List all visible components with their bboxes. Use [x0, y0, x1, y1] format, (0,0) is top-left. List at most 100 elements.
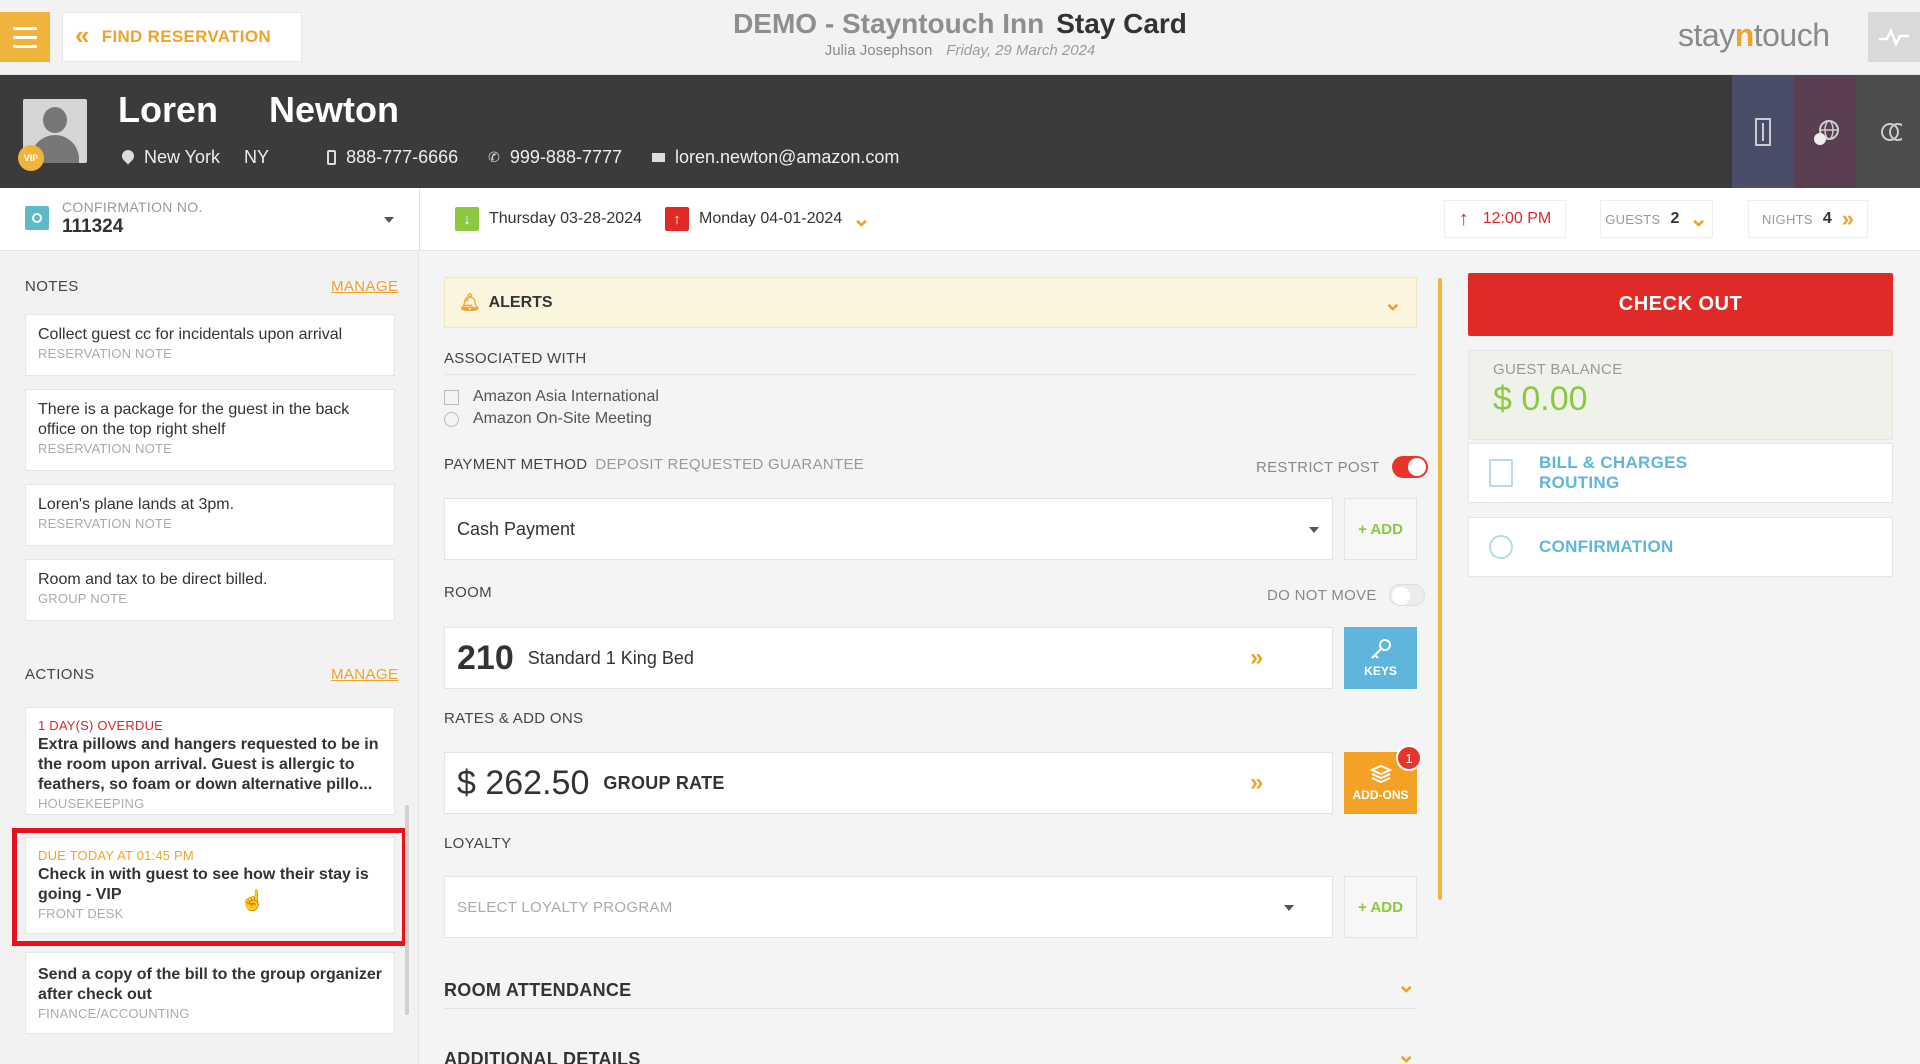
double-chevron-right-icon: » [1250, 644, 1264, 671]
restrict-post: RESTRICT POST [1256, 456, 1428, 478]
vip-badge: VIP [18, 145, 44, 171]
confirmation-label: CONFIRMATION NO. [62, 199, 203, 215]
payment-method-label: PAYMENT METHOD DEPOSIT REQUESTED GUARANTE… [444, 456, 865, 473]
guest-balance[interactable]: GUEST BALANCE $ 0.00 [1468, 350, 1893, 440]
rate-amount: $ 262.50 [457, 763, 590, 802]
rings-tab[interactable] [1856, 75, 1920, 188]
guest-first-name[interactable]: Loren [118, 89, 218, 131]
associated-with-label: ASSOCIATED WITH [444, 350, 587, 367]
guest-contact-row: New York NY 888-777-6666 ✆ 999-888-7777 … [122, 147, 899, 168]
room-row[interactable]: 210 Standard 1 King Bed » [444, 627, 1333, 689]
activity-pulse-icon[interactable] [1868, 12, 1920, 62]
mobile-phone-icon [327, 150, 337, 165]
hotel-name: DEMO - Stayntouch Inn [733, 8, 1045, 39]
manage-notes-link[interactable]: MANAGE [331, 278, 398, 295]
guest-email: loren.newton@amazon.com [652, 147, 899, 168]
rate-row[interactable]: $ 262.50 GROUP RATE » [444, 752, 1333, 814]
addons-count-badge: 1 [1396, 745, 1422, 771]
confirmation-number[interactable]: 111324 [62, 216, 123, 238]
check-out-button[interactable]: CHECK OUT [1468, 273, 1893, 336]
additional-details-heading[interactable]: ADDITIONAL DETAILS [444, 1049, 641, 1064]
room-number: 210 [457, 638, 514, 677]
double-chevron-right-icon: » [1841, 206, 1855, 231]
do-not-move: DO NOT MOVE [1267, 584, 1425, 606]
guests-count[interactable]: GUESTS 2 ⌄ [1600, 200, 1713, 238]
arrival-date[interactable]: ↓ Thursday 03-28-2024 [455, 200, 642, 238]
double-chevron-down-icon[interactable]: ⌄ [852, 206, 870, 232]
guest-location: New York NY [122, 147, 269, 168]
room-attendance-heading[interactable]: ROOM ATTENDANCE [444, 980, 632, 1001]
double-chevron-down-icon: ⌄ [1689, 206, 1708, 231]
key-icon [1370, 639, 1391, 659]
guest-balance-amount: $ 0.00 [1493, 380, 1588, 418]
note-item[interactable]: Room and tax to be direct billed. GROUP … [25, 559, 395, 621]
left-panel-scrollbar[interactable] [405, 805, 409, 1015]
confirmation-button[interactable]: CONFIRMATION [1468, 517, 1893, 577]
double-chevron-left-icon: « [75, 20, 90, 50]
top-bar: « FIND RESERVATION DEMO - Stayntouch Inn… [0, 0, 1920, 75]
associated-company[interactable]: Amazon Asia International [444, 388, 659, 406]
reservation-bar: CONFIRMATION NO. 111324 ↓ Thursday 03-28… [0, 188, 1920, 251]
manage-actions-link[interactable]: MANAGE [331, 666, 398, 683]
note-item[interactable]: There is a package for the guest in the … [25, 389, 395, 471]
confirmation-dropdown-icon[interactable] [384, 217, 394, 223]
action-item[interactable]: Send a copy of the bill to the group org… [25, 952, 395, 1034]
hamburger-menu-icon[interactable] [0, 12, 50, 62]
add-loyalty-button[interactable]: + ADD [1344, 876, 1417, 938]
restrict-post-toggle[interactable] [1391, 456, 1428, 478]
globe-icon [1814, 119, 1839, 145]
main-panel: 🔔︎ ALERTS ⌄ ASSOCIATED WITH Amazon Asia … [420, 252, 1440, 1064]
location-pin-icon [122, 150, 134, 166]
alerts-bar[interactable]: 🔔︎ ALERTS ⌄ [444, 277, 1417, 328]
keys-button[interactable]: KEYS [1344, 627, 1417, 689]
departure-date[interactable]: ↑ Monday 04-01-2024 ⌄ [665, 200, 871, 238]
loyalty-label: LOYALTY [444, 835, 512, 852]
bell-icon: 🔔︎ [459, 292, 481, 312]
guest-header: VIP Loren Newton New York NY 888-777-666… [0, 75, 1920, 188]
main-panel-scrollbar[interactable] [1438, 278, 1442, 900]
double-chevron-down-icon[interactable]: ⌄ [1397, 972, 1415, 998]
globe-tab[interactable] [1794, 75, 1856, 188]
notes-heading: NOTES [25, 278, 79, 295]
do-not-move-toggle[interactable] [1388, 584, 1425, 606]
confirmation-icon [25, 206, 49, 230]
room-tab[interactable] [1732, 75, 1794, 188]
payment-method-select[interactable]: Cash Payment [444, 498, 1333, 560]
pen-icon [1489, 535, 1513, 559]
note-item[interactable]: Loren's plane lands at 3pm. RESERVATION … [25, 484, 395, 546]
phone-icon: ✆ [488, 149, 500, 165]
associated-group[interactable]: Amazon On-Site Meeting [444, 410, 652, 428]
caret-down-icon [1284, 905, 1294, 911]
rings-icon [1881, 122, 1902, 141]
building-icon [444, 389, 459, 405]
room-type: Standard 1 King Bed [527, 647, 694, 668]
room-label: ROOM [444, 584, 492, 601]
rate-name: GROUP RATE [603, 772, 725, 793]
note-item[interactable]: Collect guest cc for incidentals upon ar… [25, 314, 395, 376]
find-reservation-button[interactable]: « FIND RESERVATION [62, 12, 302, 62]
page-title-block: DEMO - Stayntouch Inn Stay Card Julia Jos… [560, 8, 1360, 59]
double-chevron-down-icon[interactable]: ⌄ [1384, 290, 1402, 316]
rates-addons-label: RATES & ADD ONS [444, 710, 584, 727]
page-title: Stay Card [1056, 8, 1187, 39]
building-icon [1755, 117, 1771, 146]
mail-icon [652, 153, 666, 162]
nights-count[interactable]: NIGHTS 4 » [1748, 200, 1868, 238]
hand-cursor-icon: ☝ [240, 890, 265, 912]
guest-last-name[interactable]: Newton [269, 89, 399, 131]
loyalty-program-select[interactable]: SELECT LOYALTY PROGRAM [444, 876, 1333, 938]
double-chevron-down-icon[interactable]: ⌄ [1397, 1042, 1415, 1064]
guest-phone: ✆ 999-888-7777 [488, 147, 623, 167]
departure-time[interactable]: ↑ 12:00 PM [1444, 200, 1566, 238]
action-item[interactable]: 1 DAY(S) OVERDUE Extra pillows and hange… [25, 707, 395, 815]
business-date: Friday, 29 March 2024 [946, 42, 1096, 59]
add-payment-button[interactable]: + ADD [1344, 498, 1417, 560]
bill-charges-routing-button[interactable]: BILL & CHARGES ROUTING [1468, 443, 1893, 503]
stayntouch-logo: stayntouch [1678, 17, 1830, 53]
up-arrow-icon: ↑ [1458, 207, 1469, 230]
selection-highlight [12, 828, 407, 946]
double-chevron-right-icon: » [1250, 769, 1264, 796]
layers-icon [1369, 764, 1392, 784]
arrival-arrow-icon: ↓ [455, 207, 479, 231]
departure-arrow-icon: ↑ [665, 207, 689, 231]
